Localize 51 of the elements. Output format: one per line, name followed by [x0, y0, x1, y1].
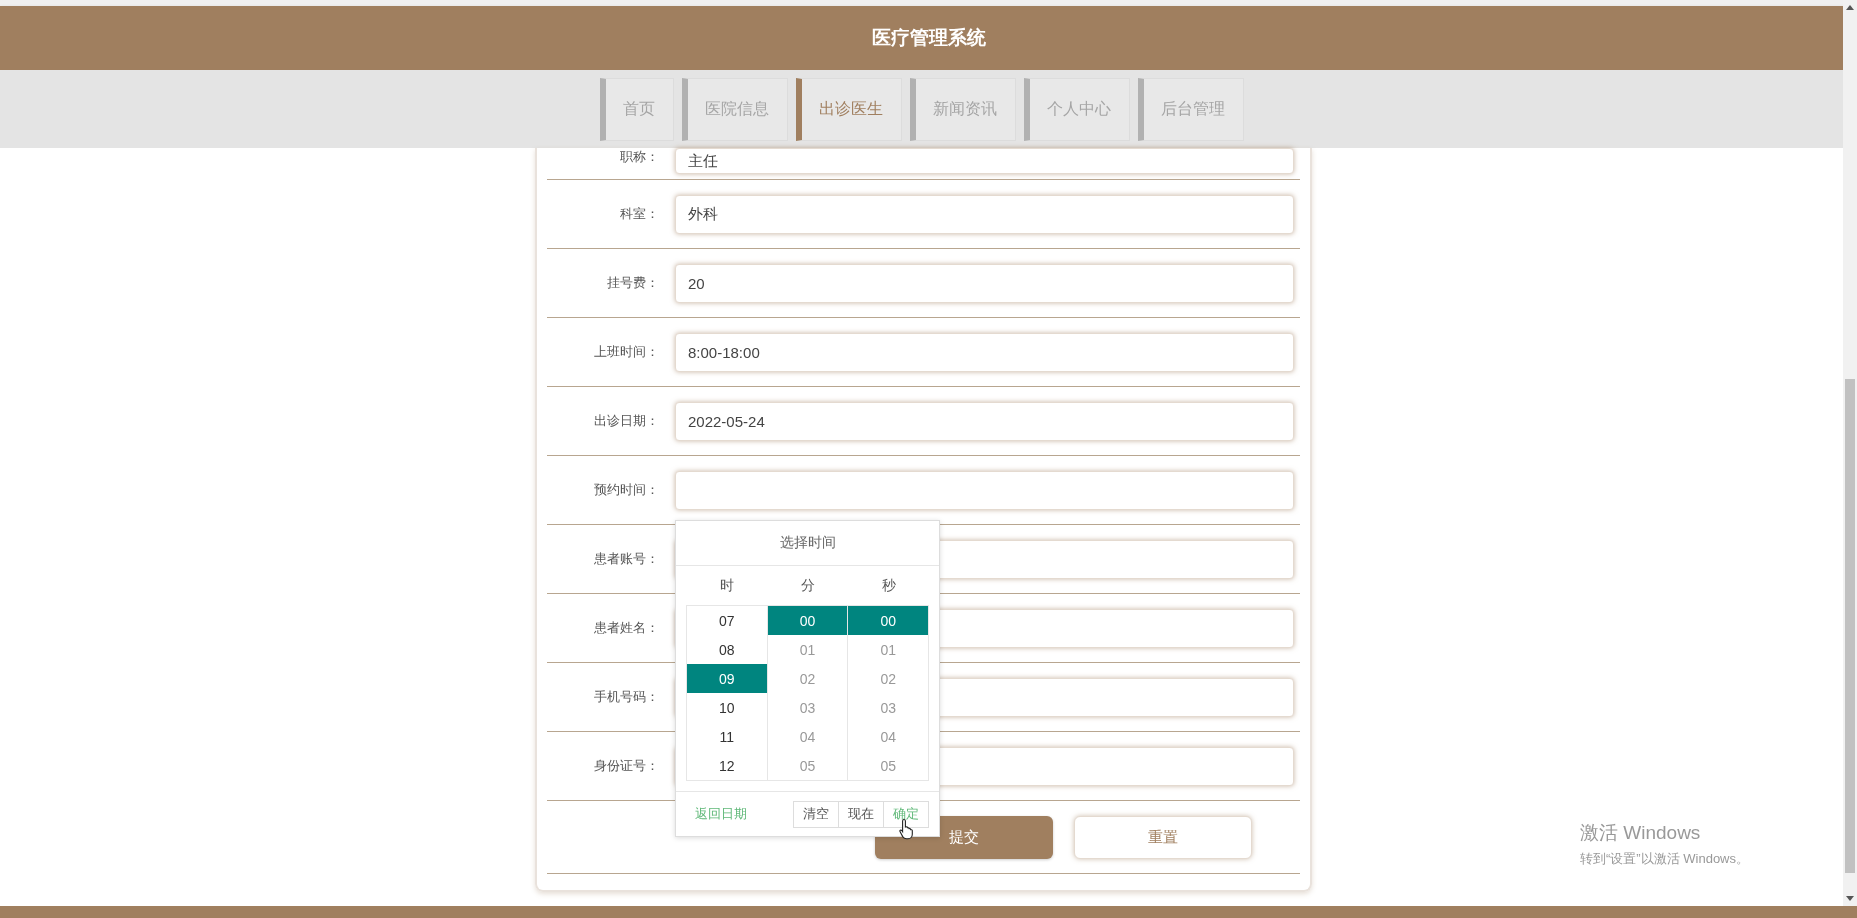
- field-label: 出诊日期：: [593, 412, 659, 430]
- picker-button[interactable]: 确定: [883, 800, 929, 828]
- time-option[interactable]: 05: [848, 751, 928, 780]
- picker-button[interactable]: 现在: [838, 800, 884, 828]
- time-option[interactable]: 02: [848, 664, 928, 693]
- site-title: 医疗管理系统: [871, 26, 986, 50]
- column-header: 时: [718, 576, 735, 595]
- nav-tab[interactable]: 医院信息: [681, 77, 788, 141]
- field-label: 科室：: [619, 205, 659, 223]
- input-field[interactable]: 外科: [675, 194, 1294, 234]
- picker-title: 选择时间: [676, 521, 939, 566]
- back-to-date-link[interactable]: 返回日期: [695, 805, 747, 823]
- input-field[interactable]: 20: [675, 263, 1294, 303]
- nav-tab[interactable]: 首页: [599, 77, 674, 141]
- column-header: 秒: [880, 576, 897, 595]
- time-option[interactable]: 07: [687, 606, 767, 635]
- time-option[interactable]: 09: [687, 664, 767, 693]
- time-option[interactable]: 03: [767, 693, 848, 722]
- input-field[interactable]: 2022-05-24: [675, 401, 1294, 441]
- time-option[interactable]: 01: [767, 635, 848, 664]
- nav-tab[interactable]: 新闻资讯: [909, 77, 1016, 141]
- activation-title: 激活 Windows: [1580, 821, 1702, 845]
- time-option[interactable]: 08: [687, 635, 767, 664]
- time-option[interactable]: 04: [848, 722, 928, 751]
- time-option[interactable]: 00: [767, 606, 848, 635]
- column-header: 分: [799, 576, 816, 595]
- time-option[interactable]: 00: [848, 606, 928, 635]
- input-field[interactable]: 主任: [675, 148, 1294, 174]
- nav-tab[interactable]: 后台管理: [1137, 77, 1244, 141]
- time-option[interactable]: 03: [848, 693, 928, 722]
- field-label: 上班时间：: [593, 343, 659, 361]
- field-label: 患者账号：: [593, 550, 659, 568]
- reset-button[interactable]: 重置: [1074, 815, 1252, 859]
- nav-tab[interactable]: 个人中心: [1023, 77, 1130, 141]
- field-label: 患者姓名：: [593, 619, 659, 637]
- field-label: 身份证号：: [593, 757, 659, 775]
- nav-tab[interactable]: 出诊医生: [795, 77, 902, 141]
- time-option[interactable]: 12: [687, 751, 767, 780]
- field-label: 预约时间：: [593, 481, 659, 499]
- time-option[interactable]: 02: [767, 664, 848, 693]
- field-label: 职称：: [619, 148, 659, 166]
- time-option[interactable]: 05: [767, 751, 848, 780]
- field-label: 手机号码：: [593, 688, 659, 706]
- time-option[interactable]: 01: [848, 635, 928, 664]
- time-option[interactable]: 04: [767, 722, 848, 751]
- field-label: 挂号费：: [606, 274, 659, 292]
- activation-text: 转到“设置”以激活 Windows。: [1580, 850, 1749, 868]
- picker-button[interactable]: 清空: [793, 800, 839, 828]
- input-field[interactable]: 8:00-18:00: [675, 332, 1294, 372]
- time-option[interactable]: 11: [687, 722, 767, 751]
- time-option[interactable]: 10: [687, 693, 767, 722]
